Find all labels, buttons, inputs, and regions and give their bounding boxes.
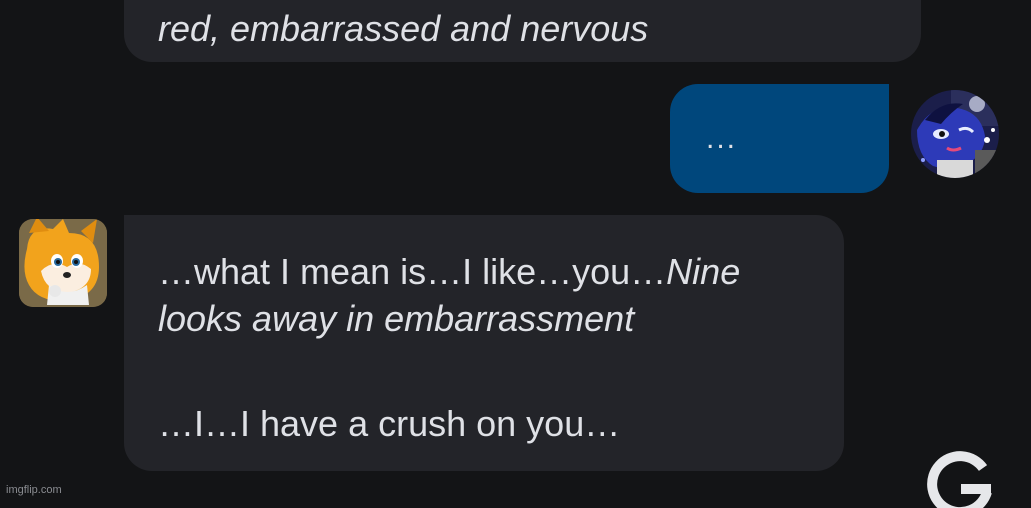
bot-message-speech: …what I mean is…I like…you… bbox=[158, 251, 667, 292]
previous-message-text: red, embarrassed and nervous bbox=[158, 8, 648, 49]
user-message-bubble[interactable]: ... bbox=[670, 84, 889, 193]
imgflip-watermark: imgflip.com bbox=[6, 484, 62, 496]
bot-message-line-3: …I…I have a crush on you… bbox=[158, 403, 620, 444]
user-message-text: ... bbox=[706, 122, 738, 155]
bot-message-confession: …I…I have a crush on you… bbox=[158, 403, 621, 444]
bot-message-bubble[interactable]: …what I mean is…I like…you…Nine looks aw… bbox=[124, 215, 844, 471]
bot-message-line-1: …what I mean is…I like…you…Nine bbox=[158, 251, 740, 292]
user-avatar[interactable] bbox=[911, 90, 999, 178]
user-avatar-image bbox=[911, 90, 999, 178]
bot-avatar[interactable] bbox=[19, 219, 107, 307]
bot-message-action-start: Nine bbox=[666, 251, 741, 292]
bot-avatar-image bbox=[19, 219, 107, 307]
previous-message-bubble[interactable]: red, embarrassed and nervous bbox=[124, 0, 921, 62]
bot-message-action: looks away in embarrassment bbox=[158, 298, 635, 339]
previous-message-italic: red, embarrassed and nervous bbox=[158, 8, 649, 49]
google-g-icon[interactable] bbox=[925, 448, 997, 508]
bot-message-line-2: looks away in embarrassment bbox=[158, 298, 634, 339]
